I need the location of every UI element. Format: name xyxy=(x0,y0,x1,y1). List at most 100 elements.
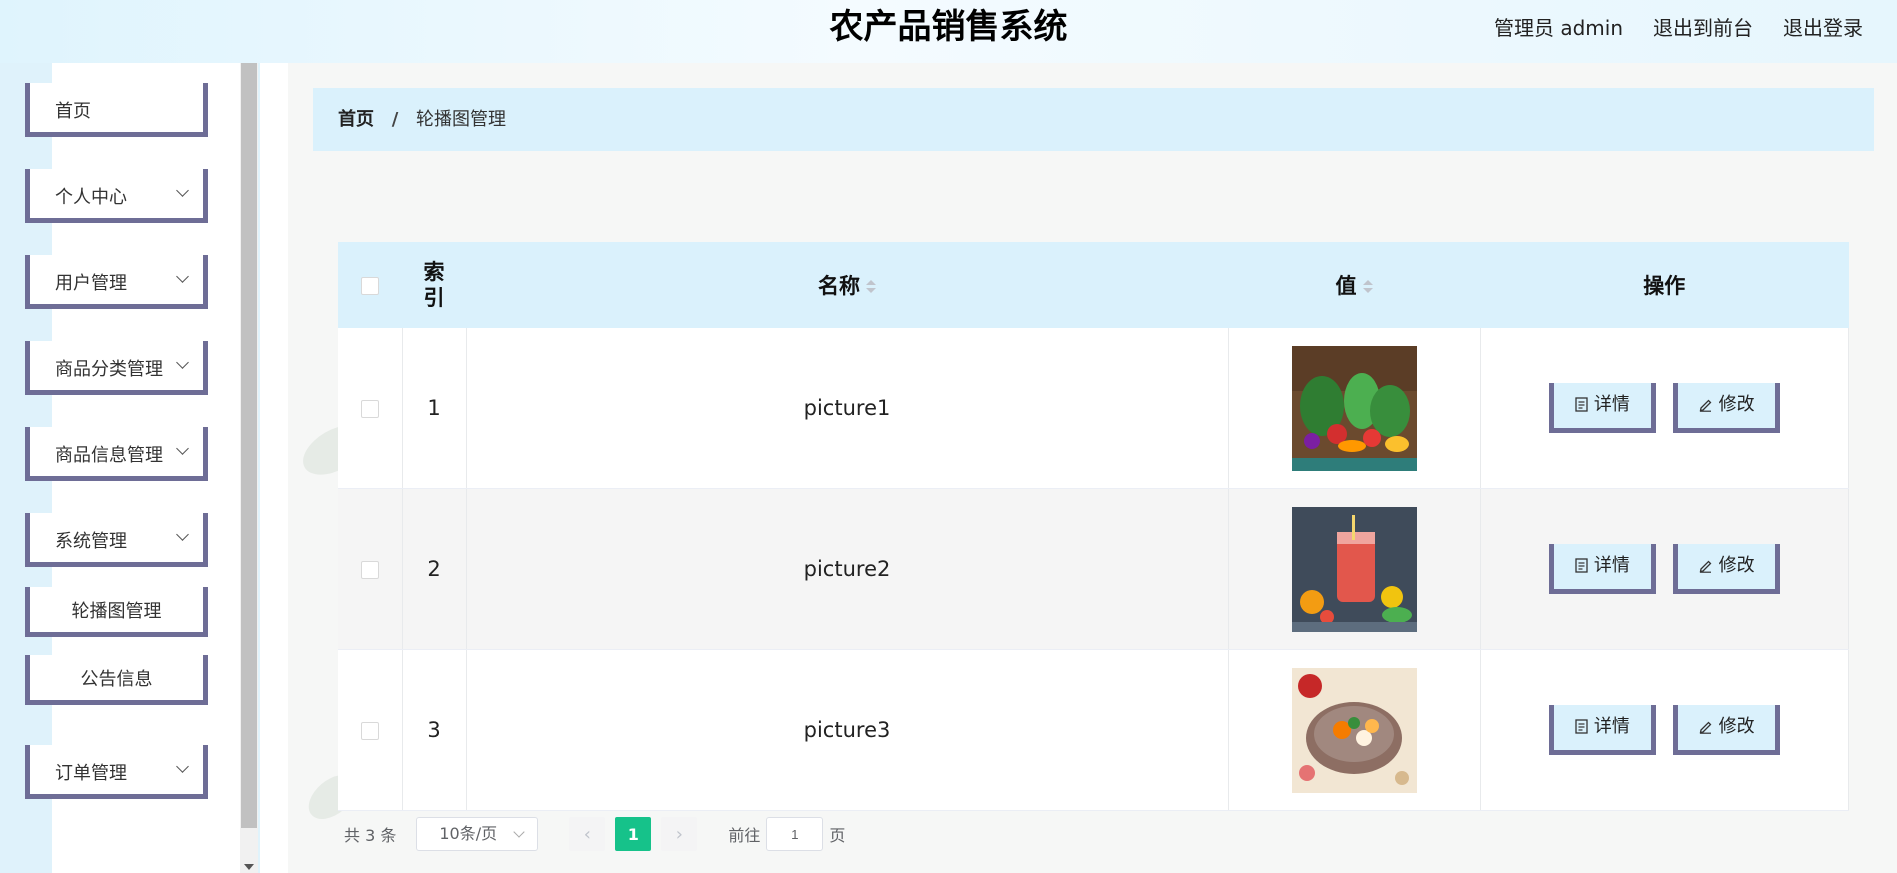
edit-icon xyxy=(1699,560,1712,573)
header-value[interactable]: 值 xyxy=(1228,242,1480,328)
header-index: 索引 xyxy=(402,242,466,328)
row-value-cell xyxy=(1228,328,1481,489)
chevron-down-icon xyxy=(176,442,189,455)
row-checkbox[interactable] xyxy=(360,722,379,740)
table-row: 2 picture2 详情 修改 xyxy=(338,488,1849,650)
page-unit-label: 页 xyxy=(829,826,846,845)
pagination: 共 3 条 10条/页 ‹ 1 › 前往 页 xyxy=(344,816,845,852)
edit-button[interactable]: 修改 xyxy=(1672,544,1780,594)
scroll-down-arrow-icon[interactable] xyxy=(244,864,254,870)
sidebar-item-label: 商品信息管理 xyxy=(55,445,163,466)
row-value-cell xyxy=(1228,649,1481,811)
breadcrumb: 首页 / 轮播图管理 xyxy=(313,88,1874,151)
sidebar-scrollbar[interactable] xyxy=(240,63,258,873)
sidebar-item-system-management[interactable]: 系统管理 xyxy=(25,513,208,567)
breadcrumb-separator: / xyxy=(391,109,399,130)
chevron-right-icon: › xyxy=(675,823,683,845)
chevron-down-icon xyxy=(176,184,189,197)
detail-button-label: 详情 xyxy=(1593,716,1630,737)
juice-image xyxy=(1291,506,1417,632)
row-checkbox-cell[interactable] xyxy=(338,488,403,650)
table-header-row: 索引 名称 值 操作 xyxy=(338,242,1849,328)
table-row: 1 picture1 详情 修改 xyxy=(338,328,1849,489)
header-actions: 操作 xyxy=(1480,242,1849,328)
page-number-button[interactable]: 1 xyxy=(615,817,652,851)
pagination-total: 共 3 条 xyxy=(344,826,397,845)
document-icon xyxy=(1575,397,1588,412)
edit-button[interactable]: 修改 xyxy=(1672,383,1780,433)
edit-icon xyxy=(1699,399,1712,412)
row-index: 1 xyxy=(402,328,467,489)
chevron-left-icon: ‹ xyxy=(583,823,591,845)
row-name: picture1 xyxy=(466,328,1229,489)
logout-link[interactable]: 退出登录 xyxy=(1783,12,1863,41)
sidebar-item-user-management[interactable]: 用户管理 xyxy=(25,255,208,309)
sidebar-item-label: 用户管理 xyxy=(55,273,127,294)
sidebar-item-category-management[interactable]: 商品分类管理 xyxy=(25,341,208,395)
sidebar-item-label: 个人中心 xyxy=(55,187,127,208)
goto-page-input[interactable] xyxy=(766,817,824,851)
detail-button-label: 详情 xyxy=(1593,394,1630,415)
breadcrumb-current: 轮播图管理 xyxy=(416,109,507,130)
goto-label: 前往 xyxy=(728,826,761,845)
sidebar-item-label: 轮播图管理 xyxy=(71,601,162,622)
edit-icon xyxy=(1699,721,1712,734)
chevron-down-icon xyxy=(513,826,526,838)
prev-page-button[interactable]: ‹ xyxy=(569,817,606,851)
sidebar-item-personal-center[interactable]: 个人中心 xyxy=(25,169,208,223)
edit-button-label: 修改 xyxy=(1718,716,1755,737)
document-icon xyxy=(1575,719,1588,734)
edit-button-label: 修改 xyxy=(1718,394,1755,415)
top-header: 农产品销售系统 管理员 admin 退出到前台 退出登录 xyxy=(0,0,1897,63)
scrollbar-thumb[interactable] xyxy=(241,63,257,828)
sidebar-item-label: 系统管理 xyxy=(55,531,127,552)
sidebar-item-order-management[interactable]: 订单管理 xyxy=(25,745,208,799)
page-size-select[interactable]: 10条/页 xyxy=(416,817,539,851)
select-all-checkbox[interactable] xyxy=(361,277,379,295)
detail-button[interactable]: 详情 xyxy=(1548,383,1656,433)
vegetables-image xyxy=(1291,345,1417,471)
header-index-label: 索引 xyxy=(423,260,445,310)
chevron-down-icon xyxy=(176,760,189,773)
sidebar-item-label: 订单管理 xyxy=(55,763,127,784)
row-value-cell xyxy=(1228,488,1481,650)
row-checkbox-cell[interactable] xyxy=(338,649,403,811)
detail-button[interactable]: 详情 xyxy=(1548,544,1656,594)
sort-icon[interactable] xyxy=(1362,279,1373,295)
header-name[interactable]: 名称 xyxy=(466,242,1228,328)
sidebar-item-label: 首页 xyxy=(55,101,91,122)
row-name: picture2 xyxy=(466,488,1229,650)
row-actions: 详情 修改 xyxy=(1480,488,1849,650)
sidebar-item-label: 商品分类管理 xyxy=(55,359,163,380)
document-icon xyxy=(1575,558,1588,573)
sidebar-item-home[interactable]: 首页 xyxy=(25,83,208,137)
row-index: 2 xyxy=(402,488,467,650)
edit-button-label: 修改 xyxy=(1718,555,1755,576)
stew-pot-image xyxy=(1291,667,1417,793)
row-name: picture3 xyxy=(466,649,1229,811)
header-name-label: 名称 xyxy=(818,274,860,298)
row-index: 3 xyxy=(402,649,467,811)
row-checkbox-cell[interactable] xyxy=(338,328,403,489)
row-checkbox[interactable] xyxy=(360,400,379,418)
sidebar-subitem-notice[interactable]: 公告信息 xyxy=(25,655,208,705)
user-label: 管理员 admin xyxy=(1493,16,1623,40)
header-select-all[interactable] xyxy=(338,242,402,328)
next-page-button[interactable]: › xyxy=(661,817,698,851)
chevron-down-icon xyxy=(176,528,189,541)
carousel-table: 索引 名称 值 操作 1 picture1 详情 修改 2 picture2 详… xyxy=(338,242,1849,811)
row-actions: 详情 修改 xyxy=(1480,649,1849,811)
row-checkbox[interactable] xyxy=(360,561,379,579)
sidebar-item-product-management[interactable]: 商品信息管理 xyxy=(25,427,208,481)
chevron-down-icon xyxy=(176,356,189,369)
sidebar-subitem-carousel[interactable]: 轮播图管理 xyxy=(25,587,208,637)
sort-icon[interactable] xyxy=(866,279,876,295)
detail-button[interactable]: 详情 xyxy=(1548,705,1656,755)
detail-button-label: 详情 xyxy=(1593,555,1630,576)
exit-to-front-link[interactable]: 退出到前台 xyxy=(1653,12,1753,41)
header-links: 管理员 admin 退出到前台 退出登录 xyxy=(1494,12,1863,41)
breadcrumb-home[interactable]: 首页 xyxy=(338,109,374,130)
chevron-down-icon xyxy=(176,270,189,283)
edit-button[interactable]: 修改 xyxy=(1672,705,1780,755)
row-actions: 详情 修改 xyxy=(1480,328,1849,489)
